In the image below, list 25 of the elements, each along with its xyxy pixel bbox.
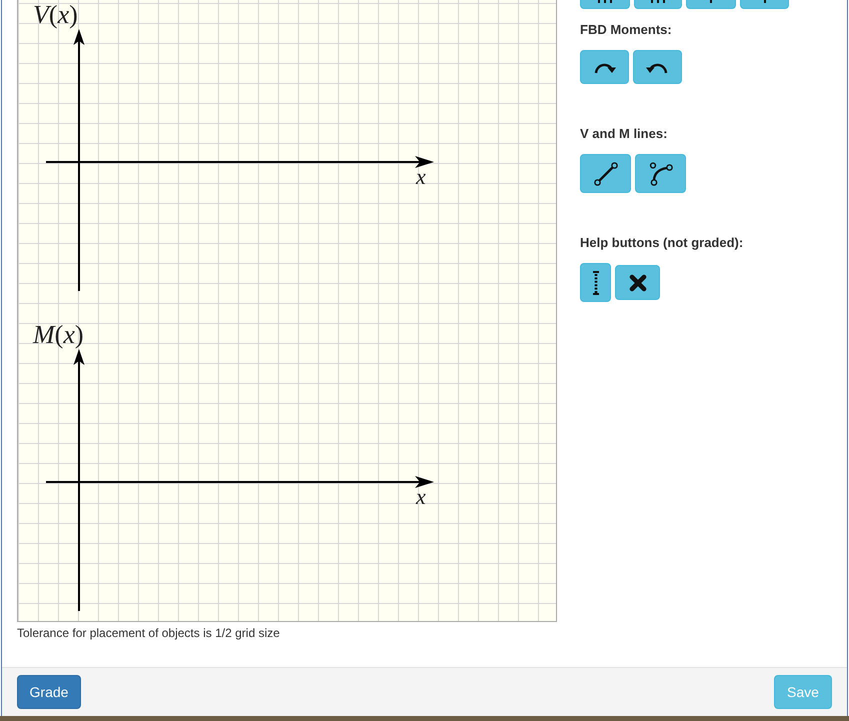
axis-label: V(x) — [33, 2, 78, 28]
tool-button[interactable] — [634, 0, 682, 9]
tool-button[interactable] — [580, 263, 611, 302]
grade-button[interactable]: Grade — [17, 675, 81, 709]
tick-marks-icon — [651, 0, 665, 3]
tool-button[interactable] — [580, 0, 630, 9]
tool-button[interactable] — [635, 154, 686, 193]
tool-button[interactable] — [580, 154, 631, 193]
tick-marks-icon — [598, 0, 612, 3]
line-segment-icon — [594, 162, 618, 186]
axis-label: x — [416, 486, 426, 508]
section-title: V and M lines: — [580, 125, 668, 143]
axis-label: x — [416, 166, 426, 188]
tool-button[interactable] — [580, 50, 629, 84]
axis-label: M(x) — [33, 322, 84, 348]
tick-mark-icon — [710, 0, 712, 3]
tick-mark-icon — [764, 0, 766, 3]
curve-segment-icon — [648, 162, 672, 186]
dotted-line-icon — [592, 270, 598, 294]
cross-icon — [628, 274, 646, 292]
section-title: Help buttons (not graded): — [580, 234, 744, 252]
tool-button[interactable] — [633, 50, 682, 84]
tolerance-note: Tolerance for placement of objects is 1/2 grid size — [17, 625, 281, 641]
section-title: FBD Moments: — [580, 21, 673, 39]
tool-button[interactable] — [615, 265, 660, 300]
